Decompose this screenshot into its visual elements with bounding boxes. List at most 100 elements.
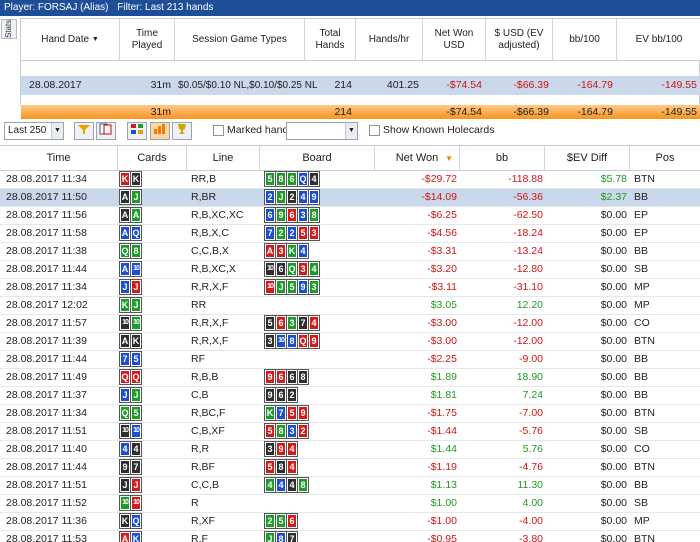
hole-cards: QQ xyxy=(118,369,187,386)
playing-card: 6 xyxy=(286,207,298,223)
marked-hands-checkbox[interactable] xyxy=(213,125,224,136)
col-total-hands[interactable]: Total Hands xyxy=(305,19,356,61)
playing-card: 9 xyxy=(297,405,309,421)
col-ev-bb100[interactable]: EV bb/100 xyxy=(617,19,700,61)
col-ev-adjusted[interactable]: $ USD (EV adjusted) xyxy=(486,19,553,61)
col-time-played[interactable]: Time Played xyxy=(120,19,175,61)
playing-card: Q xyxy=(130,225,142,241)
playing-card: 4 xyxy=(130,441,142,457)
trophy-icon[interactable] xyxy=(172,122,192,140)
hand-board: 56374 xyxy=(260,315,375,332)
bb-won: -5.76 xyxy=(519,425,543,437)
ev-diff: $0.00 xyxy=(600,245,627,257)
playing-card: 8 xyxy=(275,459,287,475)
position: MP xyxy=(634,281,650,293)
net-won: $1.89 xyxy=(430,371,457,383)
col-cards[interactable]: Cards xyxy=(118,146,187,171)
bar-chart-icon[interactable] xyxy=(150,122,170,140)
hand-limit-select[interactable]: Last 250 ▼ xyxy=(4,122,64,140)
net-won: -$1.75 xyxy=(427,407,457,419)
hand-row[interactable]: 28.08.2017 11:56 A A R,B,XC,XC 6 9 6 3 8 -$6.25 -6… xyxy=(0,207,700,225)
ev-diff: $0.00 xyxy=(600,227,627,239)
net-won: $1.13 xyxy=(430,479,457,491)
position: BB xyxy=(634,353,649,365)
filter-icon[interactable] xyxy=(74,122,94,140)
col-board[interactable]: Board xyxy=(260,146,375,171)
hand-line: R,BC,F xyxy=(191,407,226,419)
hand-row[interactable]: 28.08.2017 11:34 Q 5 R,BC,F K 7 5 9 -$1.75 -7.00 $… xyxy=(0,405,700,423)
hole-cards: 44 xyxy=(118,441,187,458)
hand-line: R,R xyxy=(191,443,210,455)
playing-card: 2 xyxy=(286,189,298,205)
hand-row[interactable]: 28.08.2017 11:52 10 10 R $1.00 4.00 $0.00 SB xyxy=(0,495,700,513)
session-row[interactable]: 28.08.2017 31m $0.05/$0.10 NL,$0.10/$0.2… xyxy=(21,76,700,95)
col-net-won[interactable]: Net Won ▼ xyxy=(375,146,460,171)
playing-card: 2 xyxy=(286,387,298,403)
playing-card: 4 xyxy=(308,171,320,187)
hand-row[interactable]: 28.08.2017 12:02 K J RR $3.05 12.20 $0.00 MP xyxy=(0,297,700,315)
hand-row[interactable]: 28.08.2017 11:44 9 7 R,BF 5 8 4 -$1.19 -4.76 $0.0… xyxy=(0,459,700,477)
hand-board: 72253 xyxy=(260,225,375,242)
col-hand-date[interactable]: Hand Date ▼ xyxy=(21,19,120,61)
playing-card: J xyxy=(130,477,142,493)
col-bb[interactable]: bb xyxy=(460,146,545,171)
hand-board: 69638 xyxy=(260,207,375,224)
hand-row[interactable]: 28.08.2017 11:53 A K R,F J 8 7 -$0.95 -3.80 $0.00… xyxy=(0,531,700,542)
hand-board: J87 xyxy=(260,531,375,542)
hand-row[interactable]: 28.08.2017 11:40 4 4 R,R 3 9 4 $1.44 5.76 $0.00 CO xyxy=(0,441,700,459)
known-holecards-checkbox[interactable] xyxy=(369,125,380,136)
ev-diff: $0.00 xyxy=(600,317,627,329)
ev-diff: $0.00 xyxy=(600,533,627,542)
playing-card: J xyxy=(130,387,142,403)
stats-tab[interactable]: Stats xyxy=(1,19,17,39)
col-session-game-types[interactable]: Session Game Types xyxy=(175,19,305,61)
hand-row[interactable]: 28.08.2017 11:57 10 10 R,R,X,F 5 6 3 7 4 -$3.00 -1… xyxy=(0,315,700,333)
hand-line: C,B xyxy=(191,389,209,401)
grid-icon[interactable] xyxy=(127,122,147,140)
playing-card: A xyxy=(264,243,276,259)
playing-card: 4 xyxy=(308,261,320,277)
hand-row[interactable]: 28.08.2017 11:44 7 5 RF -$2.25 -9.00 $0.00 BB xyxy=(0,351,700,369)
playing-card: 5 xyxy=(286,405,298,421)
playing-card: Q xyxy=(119,243,131,259)
hand-row[interactable]: 28.08.2017 11:50 A J R,BR 2 J 2 4 9 -$14.09 -56.36… xyxy=(0,189,700,207)
playing-card: 6 xyxy=(264,207,276,223)
ev-diff: $0.00 xyxy=(600,353,627,365)
hand-row[interactable]: 28.08.2017 11:34 J J R,R,X,F 10 J 5 9 3 -$3.11 -31… xyxy=(0,279,700,297)
ev-diff: $0.00 xyxy=(600,515,627,527)
col-net-won[interactable]: Net Won USD xyxy=(423,19,486,61)
col-bb100[interactable]: bb/100 xyxy=(553,19,617,61)
ev-diff: $0.00 xyxy=(600,371,627,383)
hand-board xyxy=(260,495,375,512)
col-hands-per-hr[interactable]: Hands/hr xyxy=(356,19,423,61)
col-pos[interactable]: Pos xyxy=(630,146,700,171)
playing-card: 3 xyxy=(297,261,309,277)
cards-icon[interactable] xyxy=(96,122,116,140)
hand-row[interactable]: 28.08.2017 11:44 A 10 R,B,XC,X 10 6 Q 3 4 -$3.20-… xyxy=(0,261,700,279)
hand-row[interactable]: 28.08.2017 11:37 J J C,B 9 6 2 $1.81 7.24 $0.00 BB xyxy=(0,387,700,405)
hand-row[interactable]: 28.08.2017 11:49 Q Q R,B,B 9 6 6 8 $1.89 18.90 $0.… xyxy=(0,369,700,387)
col-line[interactable]: Line xyxy=(187,146,260,171)
hand-line: C,C,B,X xyxy=(191,245,229,257)
hand-row[interactable]: 28.08.2017 11:39 A K R,R,X,F 3 10 8 Q 9 -$3.00 -12… xyxy=(0,333,700,351)
hand-row[interactable]: 28.08.2017 11:38 Q 8 C,C,B,X A 3 K 4 -$3.31 -13.2… xyxy=(0,243,700,261)
playing-card: 3 xyxy=(286,315,298,331)
hands-header: Time Cards Line Board Net Won ▼ bb $EV Di… xyxy=(0,145,700,171)
marked-hands-label: Marked hands xyxy=(227,124,294,136)
hand-row[interactable]: 28.08.2017 11:36 K Q R,XF 2 5 6 -$1.00 -4.00 $0.0… xyxy=(0,513,700,531)
ev-diff: $0.00 xyxy=(600,479,627,491)
sort-desc-icon: ▼ xyxy=(445,154,453,163)
marked-hands-select[interactable]: ▼ xyxy=(286,122,358,140)
hand-board: 10 J 5 9 3 xyxy=(260,279,375,296)
hand-board: 586Q4 xyxy=(260,171,375,188)
hand-row[interactable]: 28.08.2017 11:51 10 10 C,B,XF 5 8 3 2 -$1.44 -5.7… xyxy=(0,423,700,441)
hand-row[interactable]: 28.08.2017 11:58 A Q R,B,X,C 7 2 2 5 3 -$4.56 -18.… xyxy=(0,225,700,243)
col-time[interactable]: Time xyxy=(0,146,118,171)
hand-row[interactable]: 28.08.2017 11:34 K K RR,B 5 8 6 Q 4 -$29.72 -118.8… xyxy=(0,171,700,189)
col-ev-diff[interactable]: $EV Diff xyxy=(545,146,630,171)
playing-card: 4 xyxy=(275,477,287,493)
bb-won: 18.90 xyxy=(516,371,543,383)
hole-cards: 75 xyxy=(118,351,187,368)
hand-row[interactable]: 28.08.2017 11:51 J J C,C,B 4 4 4 8 $1.13 11.30 $0.… xyxy=(0,477,700,495)
playing-card: Q xyxy=(119,405,131,421)
